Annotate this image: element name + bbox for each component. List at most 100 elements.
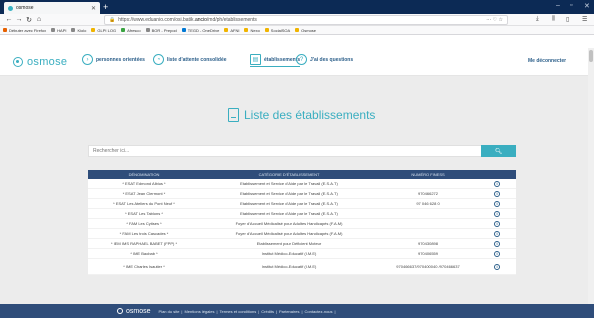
nav-questions[interactable]: ? J'ai des questions (296, 54, 353, 65)
back-icon[interactable]: ← (4, 16, 14, 23)
footer-link-legal[interactable]: Mentions légales (184, 309, 214, 314)
info-cell: i (478, 180, 516, 187)
info-icon[interactable]: i (494, 200, 500, 207)
info-cell: i (478, 240, 516, 247)
maximize-icon[interactable]: ▫ (570, 2, 572, 9)
cell-name: * ESAT Les Ateliers du Pont Neuf * (113, 201, 175, 206)
footer-link-contact[interactable]: Contactez-nous (305, 309, 333, 314)
table-row[interactable]: * ESAT Les Ateliers du Pont Neuf * Etabl… (88, 199, 516, 209)
library-icon[interactable]: ⫼ (552, 16, 555, 23)
bookmark-item[interactable]: Osmose (295, 28, 316, 33)
info-cell: i (478, 210, 516, 217)
search-input[interactable] (93, 148, 487, 154)
footer-link-credits[interactable]: Crédits (261, 309, 274, 314)
column-header[interactable]: CATÉGORIE D'ÉTABLISSEMENT (200, 172, 378, 177)
table-row[interactable]: * ESAT Jean Clermont * Etablissement et … (88, 189, 516, 199)
info-icon[interactable]: i (494, 210, 500, 217)
table-row[interactable]: * ESAT Les Tablons * Etablissement et Se… (88, 209, 516, 219)
reload-icon[interactable]: ↻ (24, 16, 34, 24)
scrollbar[interactable] (588, 48, 594, 304)
bookmark-item[interactable]: BOR - Prepod (145, 28, 177, 33)
footer-separator: | (216, 308, 218, 314)
bookmark-item[interactable]: Afresco (121, 28, 141, 33)
menu-icon[interactable]: ☰ (582, 16, 587, 23)
logout-link[interactable]: Me déconnecter (528, 58, 566, 64)
bookmark-item[interactable]: AFNI (224, 28, 239, 33)
home-icon[interactable]: ⌂ (34, 16, 44, 23)
info-icon[interactable]: i (494, 263, 500, 270)
info-icon[interactable]: i (494, 240, 500, 247)
bookmark-item[interactable]: TEGD - OneDrive (181, 28, 219, 33)
footer-link-sitemap[interactable]: Plan du site (159, 309, 180, 314)
nav-liste-attente[interactable]: ◔ liste d'attente consolidée (153, 54, 227, 65)
sidebar-icon[interactable]: ▯ (566, 16, 569, 23)
search-field[interactable] (88, 145, 492, 157)
search-button[interactable]: 🔍︎ (481, 145, 516, 157)
info-icon[interactable]: i (494, 220, 500, 227)
browser-tab[interactable]: osmose ✕ (4, 2, 100, 14)
footer-link-partners[interactable]: Partenaires (279, 309, 299, 314)
info-cell: i (478, 250, 516, 257)
footer-logo[interactable]: osmose (117, 308, 151, 315)
cell-category: Foyer d'Accueil Médicalisé pour Adultes … (235, 221, 343, 226)
cell-name: * IEM IMS RAPHAEL BABET (FPP) * (110, 241, 177, 246)
table-row[interactable]: * FAM Les trois Cascades * Foyer d'Accue… (88, 229, 516, 239)
nav-etablissements[interactable]: ▤ établissements (250, 54, 301, 67)
bookmark-item[interactable]: Nexo (244, 28, 260, 33)
bookmark-item[interactable]: Kiolo (71, 28, 86, 33)
column-header[interactable]: DÉNOMINATION (88, 172, 200, 177)
footer-separator: | (334, 308, 336, 314)
page-actions-icon[interactable]: ··· ♡ ☆ (486, 17, 503, 23)
info-icon[interactable]: i (494, 190, 500, 197)
scrollbar-thumb[interactable] (589, 50, 593, 62)
question-icon: ? (296, 54, 307, 65)
column-header[interactable]: NUMÉRO FINESS (378, 172, 478, 177)
url-bar[interactable]: 🔒 https://www.eduanio.com/osi.batik.anci… (104, 15, 508, 25)
bookmark-item[interactable]: Débuter avec Firefox (3, 28, 46, 33)
info-cell: i (478, 263, 516, 270)
site-logo[interactable]: osmose (13, 56, 67, 68)
table-row[interactable]: * IME Baobab * Institut Médico-Educatif … (88, 249, 516, 259)
downloads-icon[interactable]: ⤓ (536, 16, 539, 23)
info-cell: i (478, 200, 516, 207)
info-icon[interactable]: i (494, 250, 500, 257)
cell-name: * ESAT Jean Clermont * (122, 191, 166, 196)
table-row[interactable]: * IME Charles Isautier * Institut Médico… (88, 259, 516, 275)
footer-separator: | (275, 308, 277, 314)
info-icon[interactable]: i (494, 230, 500, 237)
cell-name: * FAM Les Cytises * (126, 221, 162, 226)
browser-titlebar: osmose ✕ + – ▫ ✕ (0, 0, 594, 14)
nav-personnes-orientees[interactable]: › personnes orientées (82, 54, 145, 65)
forward-icon[interactable]: → (14, 16, 24, 23)
cell-name: * IME Baobab * (130, 251, 158, 256)
minimize-icon[interactable]: – (556, 2, 560, 9)
cell-category: Foyer d'Accueil Médicalisé pour Adultes … (235, 231, 343, 236)
tab-title: osmose (16, 5, 34, 11)
clock-icon: ◔ (153, 54, 164, 65)
cell-finess: 970466272 (417, 191, 439, 196)
tab-close-icon[interactable]: ✕ (91, 5, 96, 12)
info-icon[interactable]: i (494, 180, 500, 187)
footer-separator: | (181, 308, 183, 314)
cell-finess: 970430898 (417, 241, 439, 246)
favicon-icon (8, 5, 13, 11)
logo-text: osmose (27, 56, 68, 68)
footer-link-terms[interactable]: Termes et conditions (220, 309, 257, 314)
close-window-icon[interactable]: ✕ (584, 2, 590, 10)
site-footer: osmose Plan du site | Mentions légales |… (0, 304, 594, 318)
table-header: DÉNOMINATION CATÉGORIE D'ÉTABLISSEMENT N… (88, 170, 516, 179)
table-row[interactable]: * ESAT Edmond Albius * Etablissement et … (88, 179, 516, 189)
info-cell: i (478, 230, 516, 237)
bookmark-item[interactable]: HAPI (51, 28, 66, 33)
table-row[interactable]: * IEM IMS RAPHAEL BABET (FPP) * Etabliss… (88, 239, 516, 249)
table-row[interactable]: * FAM Les Cytises * Foyer d'Accueil Médi… (88, 219, 516, 229)
bookmarks-bar: Débuter avec Firefox HAPI Kiolo GLPI LOG… (0, 26, 594, 35)
bookmark-item[interactable]: SocialSOA (264, 28, 290, 33)
bookmark-item[interactable]: GLPI LOG (91, 28, 116, 33)
info-cell: i (478, 190, 516, 197)
lock-icon: 🔒 (109, 17, 116, 23)
building-icon (228, 108, 239, 122)
cell-category: Etablissement et Service d'Aide par le T… (240, 191, 338, 196)
cell-category: Institut Médico-Educatif (I.M.E) (261, 251, 317, 256)
new-tab-icon[interactable]: + (103, 2, 108, 12)
